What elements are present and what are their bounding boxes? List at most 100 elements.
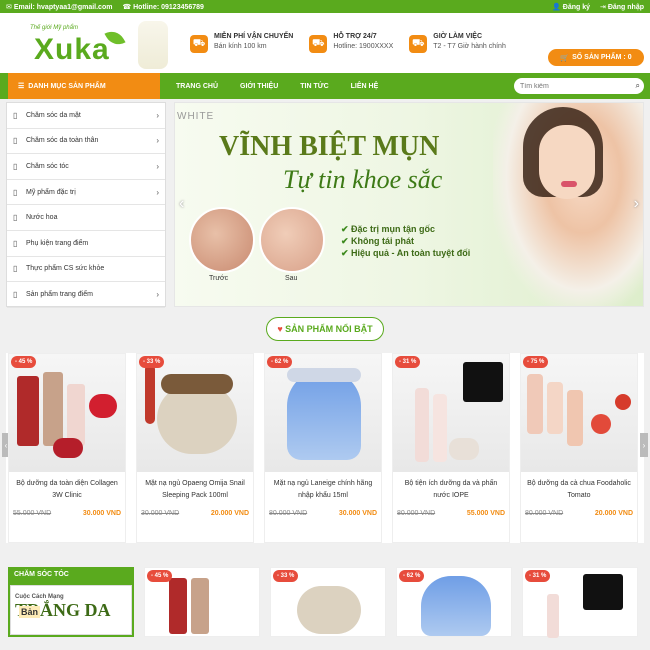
product-card[interactable]: - 62 % Mặt nạ ngủ Laneige chính hãng nhậ… <box>264 353 382 543</box>
discount-badge: - 62 % <box>399 570 425 582</box>
product-card[interactable]: - 75 % Bộ dưỡng da cà chua Foodaholic To… <box>520 353 638 543</box>
product-image: - 33 % <box>137 354 253 472</box>
search-box: ⌕ <box>514 78 644 94</box>
category-label: Thực phẩm CS sức khỏe <box>26 265 105 273</box>
cart-button[interactable]: 🛒 SỐ SẢN PHẨM : 0 <box>548 49 644 66</box>
main-nav: ☰ DANH MỤC SẢN PHẨM TRANG CHỦ GIỚI THIỆU … <box>0 73 650 99</box>
product-name[interactable]: Mặt nạ ngủ Laneige chính hãng nhập khẩu … <box>265 478 381 508</box>
hotline-text: ☎ Hotline: 09123456789 <box>122 3 204 11</box>
chevron-right-icon: › <box>156 187 159 197</box>
bottle-icon: ▯ <box>13 110 18 120</box>
clock-icon: ⛟ <box>409 35 428 53</box>
category-label: Chăm sóc tóc <box>26 162 69 170</box>
chevron-left-icon[interactable]: ‹ <box>179 195 184 213</box>
banner-brand: WHITE <box>177 111 215 122</box>
bottles-icon: ▯ <box>13 187 18 197</box>
before-photo <box>189 207 255 273</box>
category-item-treatment[interactable]: ▯ Mỹ phẩm đặc trị › <box>7 180 165 206</box>
old-price: 80.000 VND <box>269 510 308 517</box>
category-list: ▯ Chăm sóc da mặt › ▯ Chăm sóc da toàn thân… <box>6 102 166 308</box>
nav-home[interactable]: TRANG CHỦ <box>176 83 218 90</box>
product-name[interactable]: Bộ dưỡng da cà chua Foodaholic Tomato <box>521 478 637 508</box>
support-icon: ⛟ <box>309 35 328 53</box>
cart-icon: 🛒 <box>560 54 570 62</box>
category-item-accessories[interactable]: ▯ Phụ kiện trang điểm <box>7 231 165 257</box>
after-photo <box>259 207 325 273</box>
promo-image[interactable]: Cuộc Cách Mạng TRẮNG DA Bản <box>10 585 132 635</box>
old-price: 30.000 VND <box>141 510 180 517</box>
banner-subheadline: Tự tin khoe sắc <box>283 165 443 194</box>
search-input[interactable] <box>520 82 636 90</box>
bottle-icon: ▯ <box>13 161 18 171</box>
category-label: Nước hoa <box>26 214 58 222</box>
new-price: 20.000 VND <box>210 510 249 517</box>
category-item-health-food[interactable]: ▯ Thực phẩm CS sức khỏe <box>7 257 165 283</box>
heart-icon: ♥ <box>277 324 283 334</box>
discount-badge: - 45 % <box>11 356 37 368</box>
search-icon[interactable]: ⌕ <box>636 81 640 91</box>
nav-news[interactable]: TIN TỨC <box>300 83 328 90</box>
model-face <box>539 125 595 199</box>
category-menu-button[interactable]: ☰ DANH MỤC SẢN PHẨM <box>8 73 160 99</box>
product-name[interactable]: Mặt nạ ngủ Opaeng Omija Snail Sleeping P… <box>137 478 253 508</box>
product-thumb[interactable]: - 62 % <box>396 567 512 637</box>
category-label: Phụ kiện trang điểm <box>26 239 89 247</box>
lipstick-icon: ▯ <box>13 289 18 299</box>
chevron-right-icon: › <box>156 110 159 120</box>
register-link[interactable]: 👤 Đăng ký <box>552 3 590 11</box>
model-lips <box>561 181 577 187</box>
product-thumb[interactable]: - 45 % <box>144 567 260 637</box>
section-title-pill: ♥ SẢN PHẨM NỔI BẬT <box>266 317 384 341</box>
discount-badge: - 62 % <box>267 356 293 368</box>
product-image: - 62 % <box>265 354 381 472</box>
new-price: 55.000 VND <box>466 510 505 517</box>
banner-bullet: Không tái phát <box>341 235 470 247</box>
category-item-body-care[interactable]: ▯ Chăm sóc da toàn thân › <box>7 129 165 155</box>
discount-badge: - 31 % <box>395 356 421 368</box>
product-carousel: ‹ - 45 % Bộ dưỡng da toàn diện Collagen … <box>2 353 648 543</box>
product-name[interactable]: Bộ tiện ích dưỡng da và phấn nước IOPE <box>393 478 509 508</box>
chevron-right-icon[interactable]: › <box>634 195 639 213</box>
banner-bullet: Đặc trị mụn tận gốc <box>341 223 470 235</box>
old-price: 55.000 VND <box>13 510 52 517</box>
product-image: - 31 % <box>393 354 509 472</box>
top-bar: ✉ Email: hvaptyaa1@gmail.com ☎ Hotline: … <box>0 0 650 13</box>
banner-headline: VĨNH BIỆT MỤN <box>219 131 440 162</box>
section-header-title: CHĂM SÓC TÓC <box>14 571 69 578</box>
category-label: Mỹ phẩm đặc trị <box>26 188 76 196</box>
section-title-text: SẢN PHẨM NỔI BẬT <box>285 324 373 334</box>
chevron-right-icon: › <box>156 161 159 171</box>
product-thumb[interactable]: - 33 % <box>270 567 386 637</box>
old-price: 80.000 VND <box>525 510 564 517</box>
chevron-right-icon[interactable]: › <box>640 433 648 457</box>
product-name[interactable]: Bộ dưỡng da toàn diện Collagen 3W Clinic <box>9 478 125 508</box>
feature-title: HỖ TRỢ 24/7 <box>333 33 377 40</box>
promo-banner[interactable]: WHITE VĨNH BIỆT MỤN Tự tin khoe sắc Trướ… <box>174 102 644 307</box>
login-link[interactable]: ⇥ Đăng nhập <box>600 3 644 11</box>
nav-about[interactable]: GIỚI THIỆU <box>240 83 278 90</box>
banner-bullets: Đặc trị mụn tận gốc Không tái phát Hiệu … <box>341 223 470 259</box>
jar-icon: ▯ <box>13 264 18 274</box>
product-card[interactable]: - 45 % Bộ dưỡng da toàn diện Collagen 3W… <box>8 353 126 543</box>
feature-title: GIỜ LÀM VIỆC <box>433 33 483 40</box>
product-card[interactable]: - 33 % Mặt nạ ngủ Opaeng Omija Snail Sle… <box>136 353 254 543</box>
product-thumb[interactable]: - 31 % <box>522 567 638 638</box>
logo[interactable]: Thế giới Mỹ phẩm Xuka <box>8 13 178 73</box>
product-image: - 75 % <box>521 354 637 472</box>
discount-badge: - 33 % <box>139 356 165 368</box>
chevron-right-icon: › <box>156 136 159 146</box>
promo-ban: Bản <box>19 606 41 618</box>
feature-support: ⛟ HỖ TRỢ 24/7 Hotline: 1900XXXX <box>309 33 393 53</box>
nav-contact[interactable]: LIÊN HỆ <box>351 83 379 90</box>
banner-bullet: Hiệu quả - An toàn tuyệt đối <box>341 247 470 259</box>
product-card[interactable]: - 31 % Bộ tiện ích dưỡng da và phấn nước… <box>392 353 510 543</box>
category-item-face-care[interactable]: ▯ Chăm sóc da mặt › <box>7 103 165 129</box>
category-menu-label: DANH MỤC SẢN PHẨM <box>28 82 106 90</box>
category-item-hair-care[interactable]: ▯ Chăm sóc tóc › <box>7 154 165 180</box>
category-item-makeup[interactable]: ▯ Sản phẩm trang điểm › <box>7 282 165 308</box>
discount-badge: - 31 % <box>525 570 551 582</box>
feature-sub: Bán kính 100 km <box>214 43 267 50</box>
feature-list: ⛟ MIỄN PHÍ VẬN CHUYỂN Bán kính 100 km ⛟ H… <box>190 33 506 53</box>
email-text: ✉ Email: hvaptyaa1@gmail.com <box>6 3 113 11</box>
category-item-perfume[interactable]: ▯ Nước hoa <box>7 205 165 231</box>
